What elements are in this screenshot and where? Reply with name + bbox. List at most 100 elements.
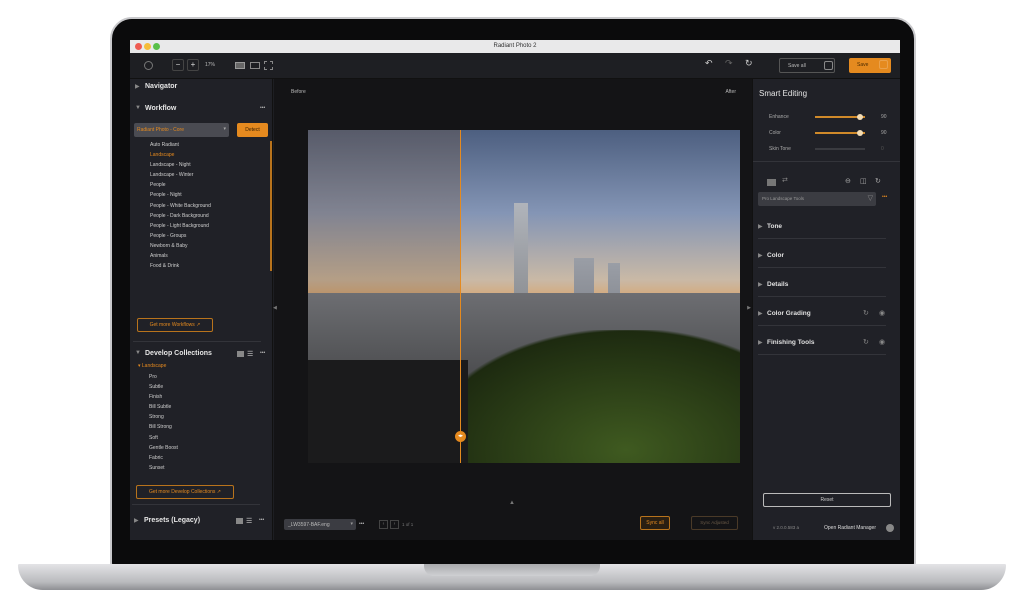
workflow-item[interactable]: People - White Background <box>150 201 265 211</box>
collection-item[interactable]: Strong <box>149 412 249 422</box>
manager-icon[interactable] <box>886 524 894 532</box>
side-by-side-icon[interactable] <box>250 62 260 69</box>
collapse-right-icon[interactable]: ▶ <box>747 305 751 311</box>
workflow-select[interactable]: Radiant Photo - Core ▾ <box>134 123 229 137</box>
image-icon[interactable] <box>767 179 776 186</box>
workflow-item[interactable]: People - Night <box>150 190 265 200</box>
slider-value: 90 <box>881 114 887 120</box>
workflow-scrollbar[interactable] <box>270 141 272 271</box>
reset-icon[interactable]: ↻ <box>863 309 869 317</box>
split-handle[interactable]: ◂▸ <box>455 431 466 442</box>
expand-icon[interactable]: ▶ <box>758 310 763 317</box>
workflow-item[interactable]: Landscape - Winter <box>150 170 265 180</box>
collapse-icon[interactable]: ▼ <box>135 105 141 111</box>
get-more-workflows-button[interactable]: Get more Workflows ↗ <box>137 318 213 332</box>
divider <box>758 267 886 268</box>
navigator-header[interactable]: Navigator <box>145 83 177 90</box>
list-view-icon[interactable]: ☰ <box>247 350 253 358</box>
workflow-item[interactable]: Newborn & Baby <box>150 241 265 251</box>
get-more-collections-button[interactable]: Get more Develop Collections ↗ <box>136 485 234 499</box>
collapse-icon[interactable]: ▼ <box>135 350 141 356</box>
expand-icon[interactable]: ▶ <box>758 223 763 230</box>
zoom-in-button[interactable]: + <box>187 59 199 71</box>
save-button[interactable]: Save <box>849 58 891 73</box>
workflow-item[interactable]: People - Light Background <box>150 221 265 231</box>
presets-more-button[interactable]: ••• <box>259 517 264 523</box>
zoom-out-button[interactable]: − <box>172 59 184 71</box>
file-select[interactable]: _LW3597-BAF.eng ▾ <box>284 519 356 530</box>
minimize-button[interactable] <box>144 43 151 50</box>
section-color-grading[interactable]: Color Grading <box>767 310 811 317</box>
collection-group[interactable]: ▾ Landscape <box>138 363 166 369</box>
collection-item[interactable]: Bill Strong <box>149 422 249 432</box>
sync-adjusted-button[interactable]: Sync Adjusted <box>691 516 738 530</box>
navigator-target-icon[interactable] <box>144 61 153 70</box>
section-finishing-tools[interactable]: Finishing Tools <box>767 339 815 346</box>
grid-view-icon[interactable] <box>236 518 243 524</box>
collection-item[interactable]: Gentle Boost <box>149 443 249 453</box>
workflow-item[interactable]: People - Dark Background <box>150 211 265 221</box>
collection-item[interactable]: Soft <box>149 433 249 443</box>
sync-all-button[interactable]: Sync all <box>640 516 670 530</box>
maximize-button[interactable] <box>153 43 160 50</box>
grid-view-icon[interactable] <box>237 351 244 357</box>
redo-icon[interactable]: ↷ <box>725 58 733 69</box>
save-all-button[interactable]: Save all <box>779 58 835 73</box>
mask-icon[interactable]: ⊖ <box>845 177 851 185</box>
collections-more-button[interactable]: ••• <box>260 350 265 356</box>
file-more-button[interactable]: ••• <box>359 521 364 527</box>
compare-icon[interactable]: ◫ <box>860 177 867 185</box>
workflow-item-active[interactable]: Landscape <box>150 150 265 160</box>
collection-item[interactable]: Finish <box>149 392 249 402</box>
next-image-button[interactable]: › <box>390 520 399 529</box>
toolbar: − + 17% ↶ ↷ ↻ Save all Save <box>130 53 900 79</box>
reset-icon[interactable]: ↻ <box>745 58 753 69</box>
expand-icon[interactable]: ▶ <box>758 252 763 259</box>
open-manager-link[interactable]: Open Radiant Manager <box>824 525 876 531</box>
undo-icon[interactable]: ↶ <box>705 58 713 69</box>
section-tone[interactable]: Tone <box>767 223 782 230</box>
slider-skin-tone[interactable] <box>815 148 865 150</box>
reset-icon[interactable]: ↻ <box>875 177 881 185</box>
expand-icon[interactable]: ▶ <box>135 83 140 90</box>
visibility-icon[interactable]: ◉ <box>879 338 885 346</box>
workflow-item[interactable]: Auto Radiant <box>150 140 265 150</box>
collection-item[interactable]: Bill Subtle <box>149 402 249 412</box>
visibility-icon[interactable]: ◉ <box>879 309 885 317</box>
collection-item[interactable]: Sunset <box>149 463 249 473</box>
slider-thumb[interactable] <box>857 114 863 120</box>
split-view-icon[interactable] <box>264 61 273 70</box>
workflow-item[interactable]: People <box>150 180 265 190</box>
split-line[interactable] <box>460 130 461 463</box>
prev-image-button[interactable]: ‹ <box>379 520 388 529</box>
reset-icon[interactable]: ↻ <box>863 338 869 346</box>
tools-more-button[interactable]: ••• <box>882 194 887 200</box>
section-color[interactable]: Color <box>767 252 784 259</box>
workflow-item[interactable]: Animals <box>150 251 265 261</box>
expand-icon[interactable]: ▶ <box>134 517 139 524</box>
reset-button[interactable]: Reset <box>763 493 891 507</box>
swap-icon[interactable]: ⇄ <box>782 176 788 184</box>
close-button[interactable] <box>135 43 142 50</box>
filmstrip-toggle-icon[interactable]: ▲ <box>509 500 515 506</box>
workflow-item[interactable]: Landscape - Night <box>150 160 265 170</box>
collection-item[interactable]: Subtle <box>149 382 249 392</box>
presets-header[interactable]: Presets (Legacy) <box>144 517 200 524</box>
section-details[interactable]: Details <box>767 281 788 288</box>
collection-item[interactable]: Fabric <box>149 453 249 463</box>
collection-item[interactable]: Pro <box>149 372 249 382</box>
expand-icon[interactable]: ▶ <box>758 339 763 346</box>
collapse-left-icon[interactable]: ◀ <box>273 305 277 311</box>
workflow-item[interactable]: Food & Drink <box>150 261 265 271</box>
expand-icon[interactable]: ▶ <box>758 281 763 288</box>
tools-preset-select[interactable]: Pro Landscape Tools ▽ <box>758 192 876 206</box>
workflow-item[interactable]: People - Groups <box>150 231 265 241</box>
slider-thumb[interactable] <box>857 130 863 136</box>
workflow-more-button[interactable]: ••• <box>260 105 265 111</box>
photo-preview[interactable]: ◂▸ <box>308 130 740 463</box>
develop-collections-header[interactable]: Develop Collections <box>145 350 212 357</box>
single-view-icon[interactable] <box>235 62 245 69</box>
detect-button[interactable]: Detect <box>237 123 268 137</box>
list-view-icon[interactable]: ☰ <box>246 517 252 525</box>
workflow-header[interactable]: Workflow <box>145 105 176 112</box>
